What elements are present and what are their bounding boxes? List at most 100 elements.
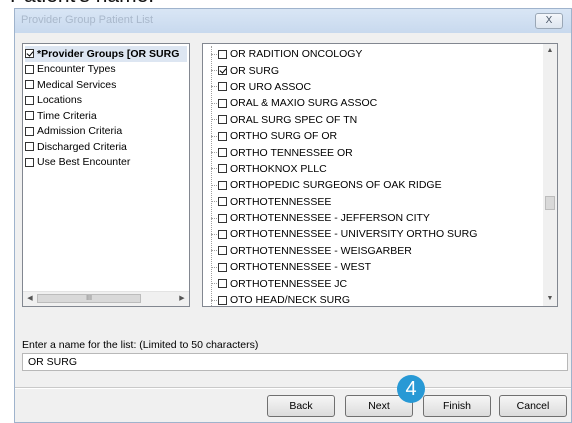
back-button[interactable]: Back	[267, 395, 335, 417]
criteria-checkbox[interactable]	[25, 49, 34, 59]
tree-branch	[211, 266, 217, 268]
criteria-item[interactable]: *Provider Groups [OR SURG	[25, 46, 187, 62]
provider-group-checkbox[interactable]	[218, 279, 227, 289]
provider-group-checkbox[interactable]	[218, 295, 227, 305]
provider-group-label: ORTHOKNOX PLLC	[230, 162, 327, 175]
provider-group-checkbox[interactable]	[218, 148, 227, 158]
tree-branch	[211, 152, 217, 154]
provider-group-label: ORAL SURG SPEC OF TN	[230, 113, 358, 126]
provider-group-label: ORTHOPEDIC SURGEONS OF OAK RIDGE	[230, 179, 442, 192]
provider-group-label: ORTHOTENNESSEE JC	[230, 277, 348, 290]
provider-group-label: ORAL & MAXIO SURG ASSOC	[230, 97, 378, 110]
provider-group-label: ORTHO TENNESSEE OR	[230, 146, 353, 159]
criteria-item-label: Locations	[37, 94, 82, 107]
provider-group-item[interactable]: OR URO ASSOC	[205, 79, 543, 95]
tree-branch	[211, 250, 217, 252]
criteria-item-label: Encounter Types	[37, 63, 116, 76]
criteria-checkbox[interactable]	[25, 111, 34, 121]
criteria-item[interactable]: Locations	[25, 93, 187, 109]
criteria-list: *Provider Groups [OR SURG Encounter Types…	[25, 46, 187, 170]
provider-group-label: ORTHOTENNESSEE - WEST	[230, 261, 371, 274]
scroll-down-icon[interactable]: ▼	[543, 292, 557, 306]
criteria-checkbox[interactable]	[25, 64, 34, 74]
cancel-button[interactable]: Cancel	[499, 395, 567, 417]
scroll-left-icon[interactable]: ◀	[23, 292, 37, 306]
provider-group-checkbox[interactable]	[218, 229, 227, 239]
provider-group-item[interactable]: ORAL SURG SPEC OF TN	[205, 112, 543, 128]
tree-branch	[211, 135, 217, 137]
provider-group-checkbox[interactable]	[218, 164, 227, 174]
criteria-checkbox[interactable]	[25, 157, 34, 167]
window-title: Provider Group Patient List	[21, 14, 154, 26]
tree-branch	[211, 283, 217, 285]
provider-group-checkbox[interactable]	[218, 115, 227, 125]
finish-button[interactable]: Finish	[423, 395, 491, 417]
scroll-thumb[interactable]: III	[37, 294, 141, 303]
provider-group-checkbox[interactable]	[218, 197, 227, 207]
provider-group-item[interactable]: ORTHO TENNESSEE OR	[205, 144, 543, 160]
criteria-item[interactable]: Medical Services	[25, 77, 187, 93]
provider-group-checkbox[interactable]	[218, 131, 227, 141]
criteria-checkbox[interactable]	[25, 80, 34, 90]
criteria-item[interactable]: Discharged Criteria	[25, 139, 187, 155]
criteria-item-label: Discharged Criteria	[37, 140, 127, 153]
criteria-list-pane: *Provider Groups [OR SURG Encounter Types…	[22, 43, 190, 307]
caption-text: Patient's name.	[10, 0, 154, 8]
provider-group-item[interactable]: ORTHOTENNESSEE - JEFFERSON CITY	[205, 210, 543, 226]
provider-group-item[interactable]: ORTHOTENNESSEE - WEST	[205, 259, 543, 275]
provider-group-label: OTO HEAD/NECK SURG	[230, 294, 350, 307]
provider-group-item[interactable]: ORTHOTENNESSEE JC	[205, 275, 543, 291]
provider-group-list: OR RADITION ONCOLOGY OR SURG OR URO ASSOC O…	[205, 46, 543, 307]
criteria-checkbox[interactable]	[25, 142, 34, 152]
provider-group-item[interactable]: ORTHO SURG OF OR	[205, 128, 543, 144]
groups-vertical-scrollbar[interactable]: ▲ ▼	[543, 44, 557, 306]
criteria-item[interactable]: Encounter Types	[25, 62, 187, 78]
criteria-item-label: Medical Services	[37, 78, 117, 91]
provider-group-checkbox[interactable]	[218, 262, 227, 272]
provider-group-checkbox[interactable]	[218, 213, 227, 223]
list-name-input[interactable]: OR SURG	[22, 353, 568, 371]
tree-branch	[211, 184, 217, 186]
provider-group-label: OR URO ASSOC	[230, 80, 312, 93]
provider-group-item[interactable]: ORTHOKNOX PLLC	[205, 161, 543, 177]
provider-group-checkbox[interactable]	[218, 180, 227, 190]
criteria-item[interactable]: Time Criteria	[25, 108, 187, 124]
provider-group-item[interactable]: ORTHOTENNESSEE	[205, 194, 543, 210]
provider-group-item[interactable]: OR SURG	[205, 62, 543, 78]
criteria-item-label: Time Criteria	[37, 109, 97, 122]
tree-branch	[211, 201, 217, 203]
provider-group-checkbox[interactable]	[218, 66, 227, 76]
provider-group-item[interactable]: ORTHOPEDIC SURGEONS OF OAK RIDGE	[205, 177, 543, 193]
provider-group-label: OR SURG	[230, 64, 280, 77]
criteria-item-label: Use Best Encounter	[37, 156, 131, 169]
list-name-label: Enter a name for the list: (Limited to 5…	[22, 339, 259, 351]
provider-group-checkbox[interactable]	[218, 49, 227, 59]
criteria-checkbox[interactable]	[25, 95, 34, 105]
groups-scroll-thumb[interactable]	[545, 196, 555, 210]
provider-group-label: ORTHOTENNESSEE - UNIVERSITY ORTHO SURG	[230, 228, 478, 241]
provider-group-checkbox[interactable]	[218, 246, 227, 256]
footer-divider	[15, 387, 571, 389]
tree-branch	[211, 53, 217, 55]
provider-group-item[interactable]: ORAL & MAXIO SURG ASSOC	[205, 95, 543, 111]
provider-group-checkbox[interactable]	[218, 98, 227, 108]
criteria-horizontal-scrollbar[interactable]: ◀ III ▶	[23, 291, 189, 306]
provider-group-item[interactable]: OTO HEAD/NECK SURG	[205, 292, 543, 307]
provider-group-item[interactable]: ORTHOTENNESSEE - WEISGARBER	[205, 243, 543, 259]
provider-group-label: ORTHO SURG OF OR	[230, 130, 338, 143]
criteria-checkbox[interactable]	[25, 126, 34, 136]
scroll-right-icon[interactable]: ▶	[175, 292, 189, 306]
provider-group-dialog: Provider Group Patient List X *Provider …	[14, 8, 572, 423]
title-bar: Provider Group Patient List X	[15, 9, 571, 33]
provider-group-label: OR RADITION ONCOLOGY	[230, 48, 363, 61]
close-button[interactable]: X	[535, 13, 563, 29]
step-number-badge: 4	[397, 375, 425, 403]
provider-group-checkbox[interactable]	[218, 82, 227, 92]
caption-strip: Patient's name.	[0, 0, 572, 8]
provider-group-item[interactable]: ORTHOTENNESSEE - UNIVERSITY ORTHO SURG	[205, 226, 543, 242]
criteria-item-label: Admission Criteria	[37, 125, 123, 138]
scroll-up-icon[interactable]: ▲	[543, 44, 557, 58]
criteria-item[interactable]: Use Best Encounter	[25, 155, 187, 171]
criteria-item[interactable]: Admission Criteria	[25, 124, 187, 140]
provider-group-item[interactable]: OR RADITION ONCOLOGY	[205, 46, 543, 62]
